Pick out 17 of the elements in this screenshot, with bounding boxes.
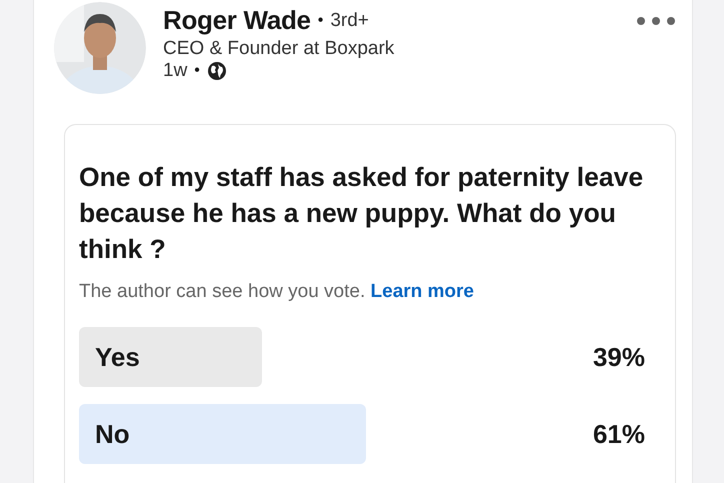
separator-dot: • bbox=[318, 12, 324, 30]
connection-degree: 3rd+ bbox=[330, 10, 369, 32]
separator-dot: • bbox=[194, 62, 200, 80]
poll-option[interactable]: Yes bbox=[79, 327, 549, 387]
poll-question: One of my staff has asked for paternity leave because he has a new puppy. What do you think ? bbox=[79, 161, 644, 266]
option-label: Yes bbox=[94, 342, 140, 372]
poll-option[interactable]: No bbox=[79, 404, 549, 464]
poll-notice: The author can see how you vote. Learn more bbox=[79, 281, 475, 303]
option-percent: 61% bbox=[592, 418, 645, 450]
globe-icon bbox=[206, 61, 227, 81]
learn-more-link[interactable]: Learn more bbox=[370, 281, 474, 302]
author-headline: CEO & Founder at Boxpark bbox=[163, 38, 396, 60]
post-time: 1w bbox=[163, 60, 188, 82]
option-label: No bbox=[94, 418, 130, 450]
option-percent: 39% bbox=[592, 342, 645, 372]
more-icon[interactable] bbox=[636, 16, 676, 26]
author-name[interactable]: Roger Wade bbox=[163, 5, 311, 36]
